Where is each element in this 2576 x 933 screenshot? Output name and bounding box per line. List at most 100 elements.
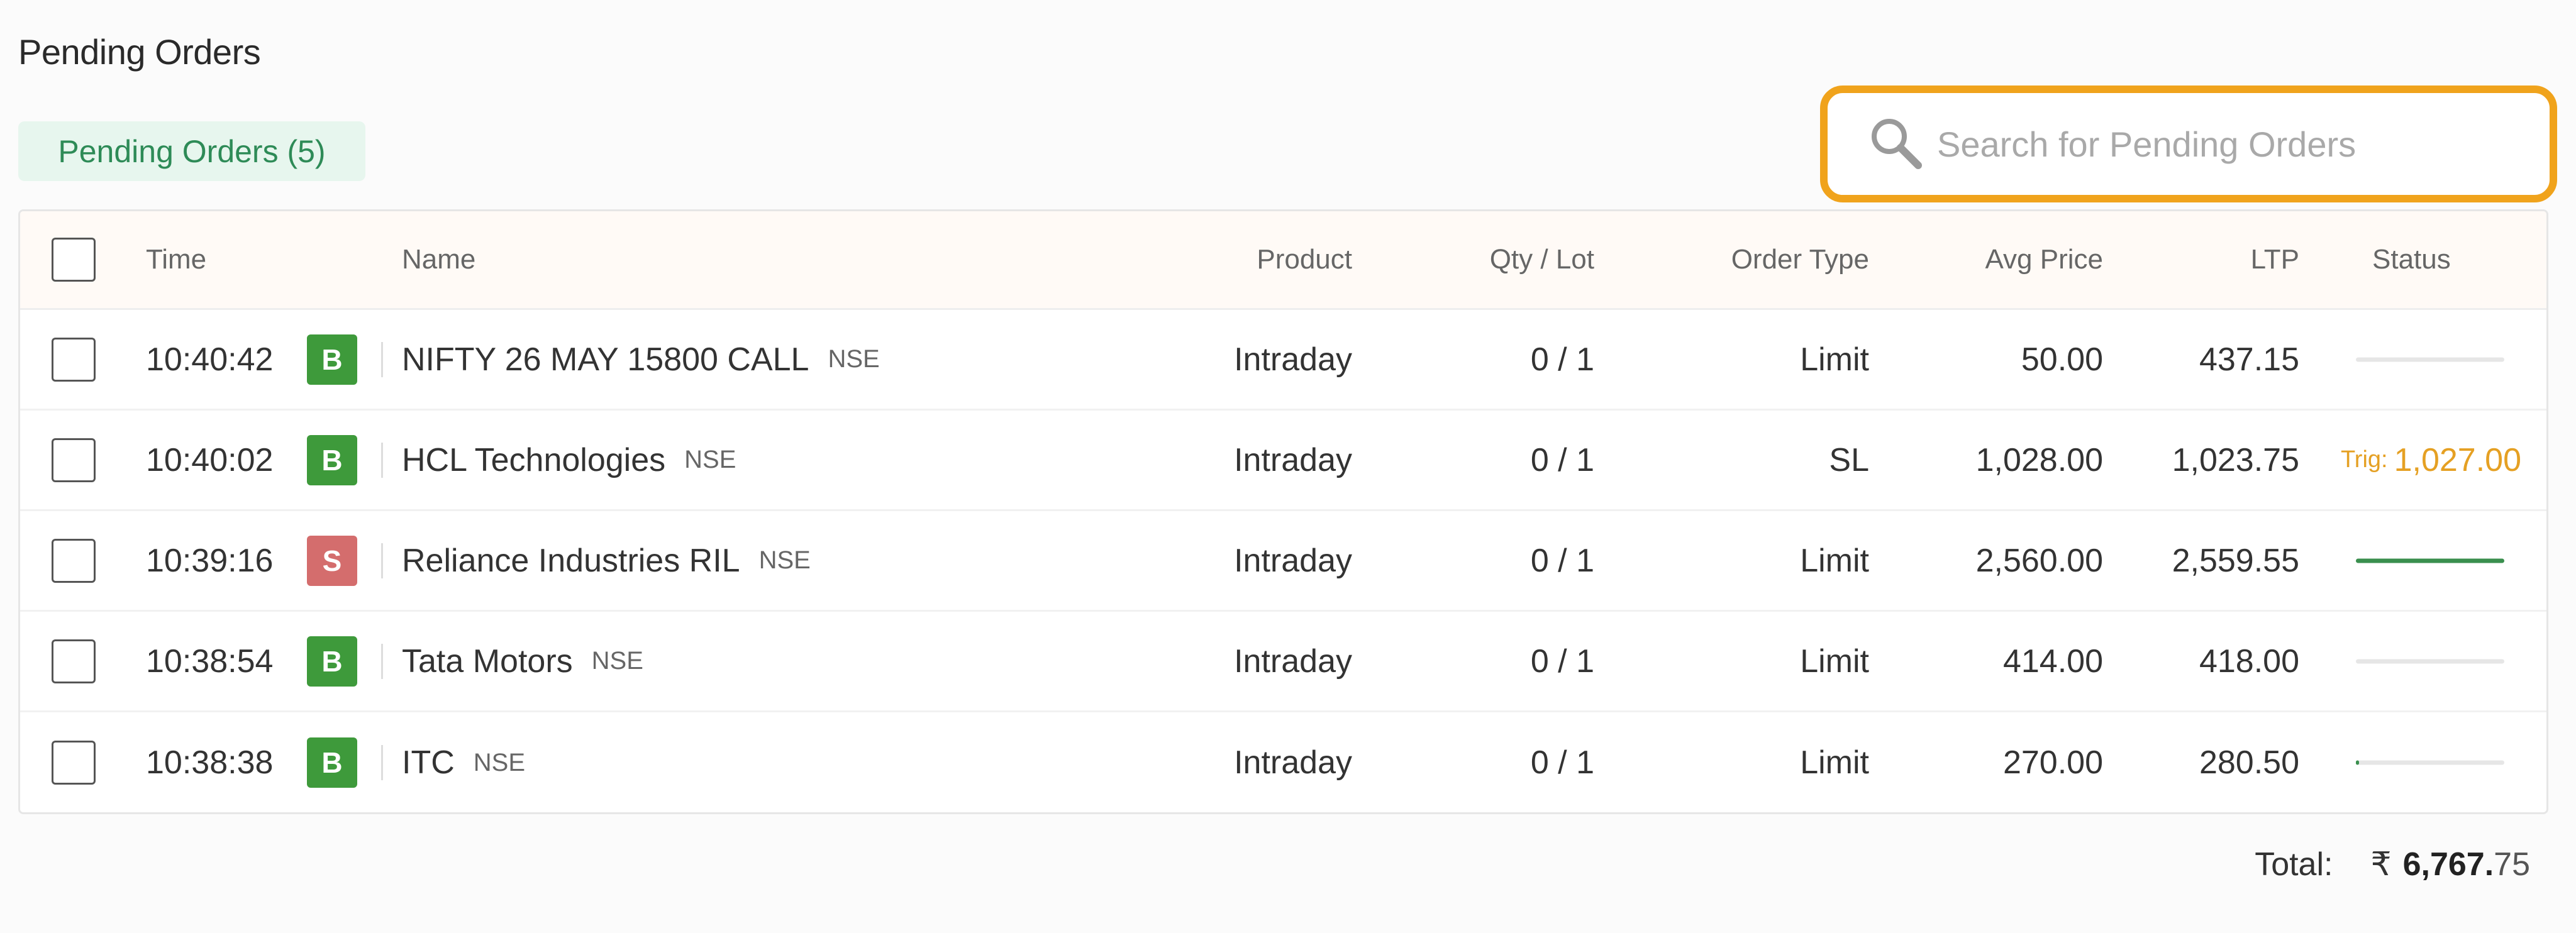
exchange-label: NSE [828, 345, 880, 373]
table-row[interactable]: 10:40:02 B HCL Technologies NSE Intraday 0 / … [20, 411, 2546, 511]
table-row[interactable]: 10:38:38 B ITC NSE Intraday 0 / 1 Limit 270.00 2… [20, 712, 2546, 812]
tab-pending-orders[interactable]: Pending Orders (5) [18, 121, 365, 181]
search-box[interactable] [1820, 86, 2557, 202]
qty-lot: 0 / 1 [1530, 744, 1594, 781]
side-badge: B [307, 434, 357, 485]
status-progress-fill [2356, 760, 2359, 765]
column-header-status: Status [2372, 244, 2451, 275]
order-time: 10:39:16 [146, 542, 274, 579]
row-divider [381, 543, 383, 578]
trigger-price: 1,027.00 [2394, 441, 2522, 478]
product-type: Intraday [1234, 744, 1352, 781]
exchange-label: NSE [473, 748, 526, 776]
order-type: Limit [1800, 542, 1869, 579]
instrument-name-cell[interactable]: HCL Technologies NSE [402, 411, 1157, 509]
qty-lot: 0 / 1 [1530, 341, 1594, 378]
side-badge-cell: B [307, 612, 376, 710]
order-type: Limit [1800, 744, 1869, 781]
side-badge-cell: B [307, 411, 376, 509]
column-header-qty: Qty / Lot [1489, 244, 1594, 275]
table-row[interactable]: 10:40:42 B NIFTY 26 MAY 15800 CALL NSE Intra… [20, 310, 2546, 411]
row-checkbox[interactable] [52, 538, 96, 583]
ltp-value: 437.15 [2199, 341, 2299, 378]
row-divider [381, 442, 383, 478]
status-progress-bar [2356, 357, 2504, 362]
qty-lot: 0 / 1 [1530, 441, 1594, 478]
side-badge-cell: B [307, 310, 376, 409]
trigger-label: Trig: [2341, 446, 2388, 473]
status-progress-fill [2356, 558, 2504, 563]
page-title: Pending Orders [18, 32, 261, 72]
instrument-name: Tata Motors [402, 643, 573, 680]
row-checkbox[interactable] [52, 639, 96, 683]
search-input[interactable] [1937, 123, 2503, 165]
instrument-name-cell[interactable]: NIFTY 26 MAY 15800 CALL NSE [402, 310, 1157, 409]
ltp-value: 280.50 [2199, 744, 2299, 781]
search-icon [1867, 114, 1924, 175]
table-row[interactable]: 10:39:16 S Reliance Industries RIL NSE Intra… [20, 511, 2546, 612]
exchange-label: NSE [684, 446, 736, 473]
instrument-name-cell[interactable]: Reliance Industries RIL NSE [402, 511, 1157, 610]
instrument-name: ITC [402, 744, 455, 781]
avg-price: 414.00 [2002, 643, 2103, 680]
order-time: 10:40:42 [146, 341, 274, 378]
status-progress-bar [2356, 659, 2504, 663]
column-header-product: Product [1257, 244, 1352, 275]
avg-price: 50.00 [2021, 341, 2103, 378]
column-header-time: Time [146, 244, 207, 275]
instrument-name: Reliance Industries RIL [402, 542, 740, 579]
total-value-integer: 6,767. [2402, 846, 2494, 883]
order-time: 10:38:54 [146, 643, 274, 680]
product-type: Intraday [1234, 643, 1352, 680]
exchange-label: NSE [758, 546, 811, 574]
currency-symbol: ₹ [2370, 846, 2392, 883]
side-badge: S [307, 535, 357, 586]
table-body: 10:40:42 B NIFTY 26 MAY 15800 CALL NSE Intra… [20, 310, 2546, 812]
table-row[interactable]: 10:38:54 B Tata Motors NSE Intraday 0 / 1 Limi… [20, 612, 2546, 712]
product-type: Intraday [1234, 341, 1352, 378]
avg-price: 1,028.00 [1975, 441, 2103, 478]
orders-table: Time Name Product Qty / Lot Order Type A… [18, 209, 2548, 814]
row-checkbox[interactable] [52, 438, 96, 482]
instrument-name: HCL Technologies [402, 441, 666, 478]
order-type: Limit [1800, 643, 1869, 680]
total-label: Total: [2255, 846, 2333, 883]
row-divider [381, 745, 383, 780]
avg-price: 2,560.00 [1975, 542, 2103, 579]
status-progress-bar [2356, 760, 2504, 765]
exchange-label: NSE [591, 647, 643, 675]
status-progress-bar [2356, 558, 2504, 563]
instrument-name: NIFTY 26 MAY 15800 CALL [402, 341, 809, 378]
order-time: 10:40:02 [146, 441, 274, 478]
side-badge-cell: S [307, 511, 376, 610]
row-divider [381, 643, 383, 679]
side-badge: B [307, 737, 357, 788]
table-header: Time Name Product Qty / Lot Order Type A… [20, 211, 2546, 310]
order-type: Limit [1800, 341, 1869, 378]
instrument-name-cell[interactable]: Tata Motors NSE [402, 612, 1157, 710]
status-trigger: Trig: 1,027.00 [2341, 411, 2542, 509]
instrument-name-cell[interactable]: ITC NSE [402, 712, 1157, 812]
total-summary: Total: ₹ 6,767. 75 [2255, 846, 2530, 883]
column-header-avg-price: Avg Price [1985, 244, 2104, 275]
product-type: Intraday [1234, 542, 1352, 579]
select-all-checkbox[interactable] [52, 238, 96, 282]
order-time: 10:38:38 [146, 744, 274, 781]
side-badge: B [307, 636, 357, 687]
ltp-value: 1,023.75 [2172, 441, 2299, 478]
column-header-order-type: Order Type [1731, 244, 1869, 275]
row-divider [381, 341, 383, 377]
qty-lot: 0 / 1 [1530, 542, 1594, 579]
side-badge-cell: B [307, 712, 376, 812]
ltp-value: 418.00 [2199, 643, 2299, 680]
order-type: SL [1829, 441, 1869, 478]
row-checkbox[interactable] [52, 337, 96, 382]
column-header-ltp: LTP [2250, 244, 2299, 275]
total-value-decimal: 75 [2494, 846, 2530, 883]
row-checkbox[interactable] [52, 741, 96, 785]
avg-price: 270.00 [2002, 744, 2103, 781]
ltp-value: 2,559.55 [2172, 542, 2299, 579]
qty-lot: 0 / 1 [1530, 643, 1594, 680]
product-type: Intraday [1234, 441, 1352, 478]
side-badge: B [307, 334, 357, 385]
